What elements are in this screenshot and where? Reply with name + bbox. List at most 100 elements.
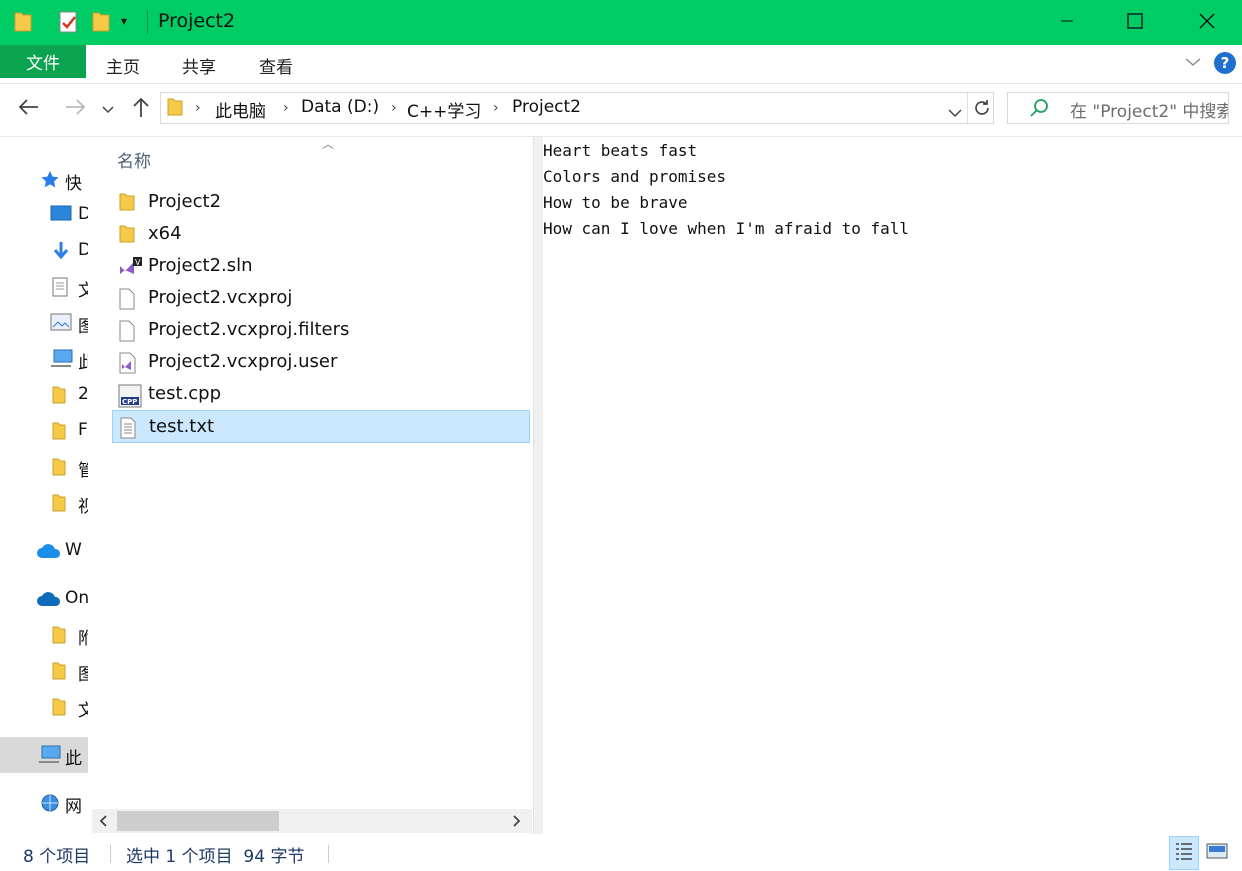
- scroll-right-icon[interactable]: [512, 813, 522, 832]
- customize-toolbar-icon[interactable]: ▾: [121, 14, 127, 28]
- new-folder-icon[interactable]: [92, 11, 110, 37]
- forward-button[interactable]: [62, 96, 88, 122]
- nav-item-onedrive[interactable]: On: [0, 584, 88, 614]
- nav-item-label: 此: [65, 749, 82, 769]
- tab-share[interactable]: 共享: [182, 53, 216, 78]
- nav-item-label: 图: [78, 665, 88, 685]
- file-name: Project2.sln: [148, 255, 253, 276]
- breadcrumb-current[interactable]: Project2: [512, 97, 581, 117]
- file-name: Project2.vcxproj.user: [148, 351, 338, 372]
- file-name: test.cpp: [148, 383, 222, 404]
- nav-item-label: D: [78, 204, 88, 224]
- scroll-left-icon[interactable]: [98, 813, 108, 832]
- minimize-button[interactable]: [1032, 0, 1102, 45]
- nav-item-cloud[interactable]: W: [0, 536, 88, 566]
- text-file-icon: [119, 417, 137, 443]
- forward-arrow-icon: [64, 98, 86, 120]
- nav-item-label: D: [78, 240, 88, 260]
- nav-item-label: On: [65, 588, 88, 608]
- horizontal-scrollbar[interactable]: [92, 809, 532, 833]
- file-list: ︿ 名称 Project2 x64 V Project2.sln Project…: [92, 137, 532, 834]
- picture-icon: [50, 313, 72, 335]
- help-icon[interactable]: ?: [1214, 52, 1236, 74]
- large-icons-view-icon: [1206, 842, 1228, 864]
- scrollbar-thumb[interactable]: [117, 811, 279, 831]
- nav-item-label: 快: [65, 174, 82, 194]
- tab-file[interactable]: 文件: [0, 45, 86, 78]
- minimize-icon: [1060, 13, 1074, 32]
- folder-icon: [52, 421, 66, 445]
- close-button[interactable]: [1172, 0, 1242, 45]
- tab-home[interactable]: 主页: [106, 53, 140, 78]
- file-row-selected[interactable]: test.txt: [112, 410, 530, 443]
- nav-item-label: 管: [78, 461, 88, 481]
- file-name: test.txt: [149, 416, 215, 437]
- refresh-icon[interactable]: [972, 98, 992, 122]
- nav-item-pictures[interactable]: 图: [0, 308, 88, 338]
- file-name: Project2.vcxproj.filters: [148, 319, 350, 340]
- expand-ribbon-icon[interactable]: [1184, 54, 1202, 73]
- nav-item-label: 网: [65, 797, 82, 817]
- network-icon: [38, 793, 62, 817]
- recent-locations-button[interactable]: [98, 96, 118, 122]
- nav-item-folder[interactable]: 管: [0, 452, 88, 482]
- file-row[interactable]: Project2.vcxproj.filters: [112, 315, 530, 345]
- nav-item-quick-access[interactable]: 快: [0, 165, 88, 195]
- nav-item-folder[interactable]: 图: [0, 656, 88, 686]
- file-name: Project2: [148, 191, 222, 212]
- navigation-bar: › 此电脑 › Data (D:) › C++学习 › Project2 在 "…: [0, 84, 1242, 137]
- file-row[interactable]: Project2: [112, 187, 530, 217]
- file-row[interactable]: CPP test.cpp: [112, 379, 530, 409]
- address-bar[interactable]: › 此电脑 › Data (D:) › C++学习 › Project2: [160, 92, 994, 124]
- nav-item-folder[interactable]: 附: [0, 620, 88, 650]
- preview-pane: Heart beats fast Colors and promises How…: [543, 137, 1242, 834]
- pane-splitter[interactable]: [533, 137, 543, 834]
- breadcrumb-separator: ›: [283, 100, 289, 116]
- vs-solution-icon: V: [118, 256, 144, 282]
- back-button[interactable]: [16, 96, 42, 122]
- details-view-button[interactable]: [1169, 836, 1199, 870]
- nav-item-this-pc-selected[interactable]: 此: [0, 737, 88, 773]
- status-bar: 8 个项目 选中 1 个项目 94 字节: [0, 835, 1242, 871]
- cpp-file-icon: CPP: [118, 384, 142, 412]
- nav-item-network[interactable]: 网: [0, 788, 88, 818]
- file-row[interactable]: Project2.vcxproj: [112, 283, 530, 313]
- folder-icon: [167, 97, 183, 121]
- nav-item-folder[interactable]: F: [0, 416, 88, 446]
- nav-item-folder[interactable]: 视: [0, 488, 88, 518]
- nav-item-this-pc[interactable]: 此: [0, 344, 88, 374]
- file-row[interactable]: x64: [112, 219, 530, 249]
- nav-item-downloads[interactable]: D: [0, 236, 88, 266]
- selection-info: 选中 1 个项目 94 字节: [126, 847, 305, 867]
- large-icons-view-button[interactable]: [1202, 836, 1232, 870]
- nav-item-label: 2: [78, 384, 88, 404]
- folder-icon: [14, 11, 32, 37]
- file-row[interactable]: V Project2.sln: [112, 251, 530, 281]
- onedrive-icon: [36, 591, 62, 611]
- cloud-icon: [36, 543, 62, 563]
- nav-item-label: 视: [78, 497, 88, 517]
- search-box[interactable]: 在 "Project2" 中搜索: [1007, 92, 1229, 124]
- svg-text:CPP: CPP: [122, 398, 137, 406]
- breadcrumb-drive[interactable]: Data (D:): [301, 97, 379, 117]
- up-button[interactable]: [128, 96, 154, 122]
- breadcrumb-folder[interactable]: C++学习: [407, 97, 481, 122]
- download-icon: [52, 241, 70, 265]
- maximize-icon: [1127, 12, 1143, 33]
- nav-item-desktop[interactable]: D: [0, 200, 88, 230]
- nav-item-documents[interactable]: 文: [0, 272, 88, 302]
- computer-icon: [38, 745, 62, 769]
- maximize-button[interactable]: [1100, 0, 1170, 45]
- nav-item-folder[interactable]: 文: [0, 692, 88, 722]
- folder-icon: [118, 224, 136, 248]
- address-dropdown-icon[interactable]: [948, 103, 962, 122]
- nav-item-folder[interactable]: 2: [0, 380, 88, 410]
- tab-view[interactable]: 查看: [259, 53, 293, 78]
- search-placeholder: 在 "Project2" 中搜索: [1070, 102, 1229, 122]
- column-header-name[interactable]: 名称: [117, 147, 151, 172]
- file-row[interactable]: Project2.vcxproj.user: [112, 347, 530, 377]
- file-name: Project2.vcxproj: [148, 287, 293, 308]
- breadcrumb-this-pc[interactable]: 此电脑: [215, 97, 266, 122]
- properties-icon[interactable]: [58, 10, 80, 38]
- nav-item-label: F: [78, 420, 88, 440]
